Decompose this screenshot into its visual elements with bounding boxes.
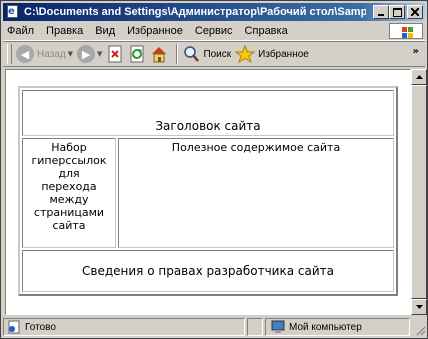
arrow-down-icon [415,305,423,309]
window-title: C:\Documents and Settings\Администратор\… [24,6,366,18]
back-dropdown-icon[interactable]: ▼ [68,50,73,58]
scroll-up-button[interactable] [411,69,427,85]
page-viewport[interactable]: Заголовок сайта Набор гиперссылок для пе… [5,69,411,315]
resize-grip-icon[interactable] [412,318,426,336]
site-footer-cell: Сведения о правах разработчика сайта [22,250,394,292]
main-content-cell: Полезное содержимое сайта [118,138,394,248]
maximize-button[interactable] [389,5,405,19]
menu-favorites[interactable]: Избранное [121,25,189,37]
stop-button[interactable] [106,43,124,65]
menu-view[interactable]: Вид [89,25,121,37]
ie-page-icon: e [5,5,21,19]
back-label: Назад [37,48,66,60]
close-button[interactable] [407,5,423,19]
star-icon [235,45,256,63]
refresh-button[interactable] [128,43,146,65]
zone-panel: Мой компьютер [265,318,410,336]
arrow-up-icon [415,75,423,79]
page-done-icon [8,320,20,334]
status-panel: Готово [3,318,245,336]
close-icon [411,8,419,16]
forward-button[interactable]: ▶ ▼ [77,43,102,65]
back-button[interactable]: ◀ Назад ▼ [16,43,73,65]
windows-logo-icon [389,23,423,39]
layout-table: Заголовок сайта Набор гиперссылок для пе… [18,86,398,296]
back-arrow-icon: ◀ [16,45,34,63]
search-button[interactable]: Поиск [182,43,231,65]
browser-window: e C:\Documents and Settings\Администрато… [0,0,428,339]
scroll-down-button[interactable] [411,299,427,315]
toolbar-separator [176,44,179,64]
menu-file[interactable]: Файл [3,25,40,37]
menu-help[interactable]: Справка [239,25,294,37]
vertical-scrollbar[interactable] [411,69,427,315]
site-header-cell: Заголовок сайта [22,90,394,136]
nav-line: для [58,167,80,180]
home-icon [152,47,167,63]
home-button[interactable] [150,43,168,65]
menu-tools[interactable]: Сервис [189,25,239,37]
toolbar: ◀ Назад ▼ ▶ ▼ Поиск Избранное » [3,41,425,67]
nav-line: Набор [51,141,87,154]
search-label: Поиск [203,48,232,60]
title-bar[interactable]: e C:\Documents and Settings\Администрато… [3,3,425,21]
menu-edit[interactable]: Правка [40,25,89,37]
toolbar-chevron-icon[interactable]: » [413,46,419,57]
forward-arrow-icon: ▶ [77,45,96,63]
nav-line: гиперссылок [31,154,107,167]
refresh-icon [130,45,144,63]
nav-line: сайта [52,219,86,232]
status-blank-panel [247,318,263,336]
zone-text: Мой компьютер [289,321,362,333]
menu-bar: Файл Правка Вид Избранное Сервис Справка [3,22,425,41]
minimize-icon [378,14,384,16]
status-bar: Готово Мой компьютер [3,318,427,338]
resize-grip-lines [416,326,426,336]
nav-line: между [49,193,89,206]
nav-line: перехода [41,180,97,193]
forward-dropdown-icon[interactable]: ▼ [97,50,102,58]
maximize-icon [392,7,402,17]
favorites-label: Избранное [258,48,309,60]
favorites-button[interactable]: Избранное [235,43,309,65]
minimize-button[interactable] [373,5,389,19]
status-text: Готово [25,321,56,333]
nav-cell: Набор гиперссылок для перехода между стр… [22,138,116,248]
stop-icon [108,45,122,63]
search-icon [184,46,200,62]
toolbar-grip[interactable] [7,44,12,64]
my-computer-icon [271,320,285,333]
nav-line: страницами [33,206,105,219]
scroll-thumb[interactable] [411,85,427,299]
